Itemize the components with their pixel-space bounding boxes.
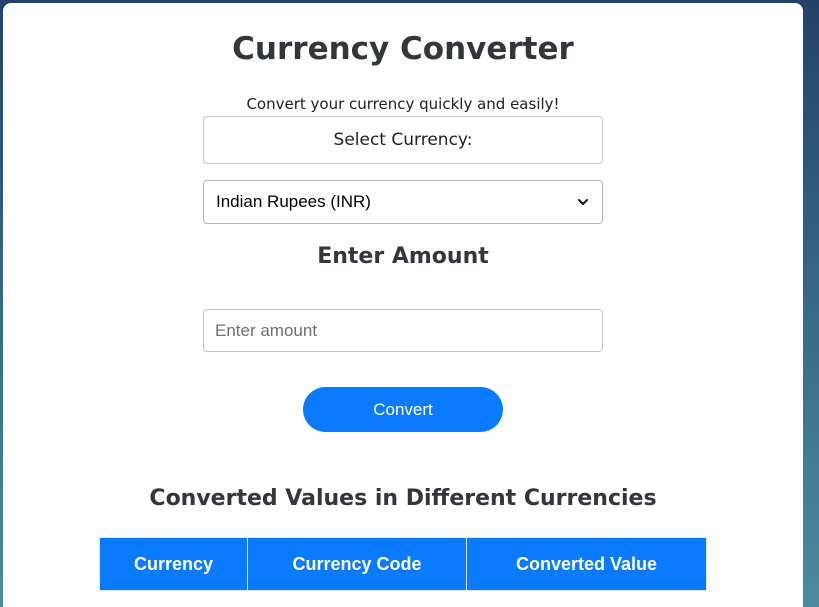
chevron-down-icon [578,199,588,205]
currency-select[interactable]: Indian Rupees (INR) [203,180,603,224]
convert-button[interactable]: Convert [303,387,503,432]
page-subtitle: Convert your currency quickly and easily… [246,95,560,113]
amount-input[interactable] [203,309,603,352]
currency-select-value: Indian Rupees (INR) [216,192,371,211]
results-table: Currency Currency Code Converted Value [99,537,707,591]
enter-amount-heading: Enter Amount [317,244,489,269]
results-heading: Converted Values in Different Currencies [149,486,657,511]
column-header-currency-code: Currency Code [247,537,467,591]
select-currency-label: Select Currency: [203,116,603,164]
page-title: Currency Converter [232,31,574,67]
column-header-currency: Currency [99,537,248,591]
table-header-row: Currency Currency Code Converted Value [99,537,707,591]
column-header-converted-value: Converted Value [466,537,707,591]
converter-card: Currency Converter Convert your currency… [3,3,803,607]
